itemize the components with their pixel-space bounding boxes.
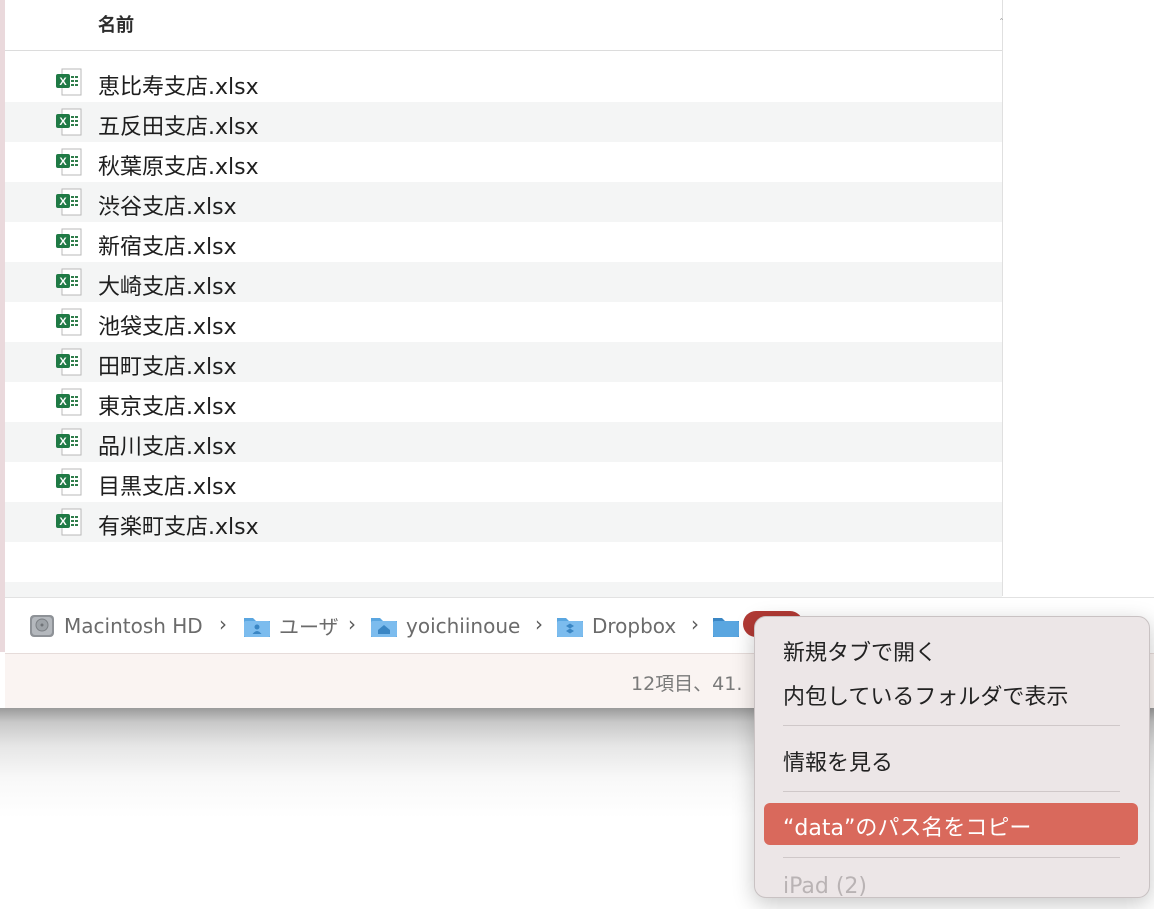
path-item-users[interactable]: ユーザ: [243, 598, 339, 653]
excel-file-icon: X: [56, 308, 82, 336]
file-list: 名前 ˆ X 恵比寿支店.xlsx X 五反田支店.xlsx X 秋葉原支店.x…: [5, 0, 1004, 622]
file-name: 目黒支店.xlsx: [98, 475, 237, 500]
excel-file-icon: X: [56, 468, 82, 496]
svg-text:X: X: [59, 396, 67, 408]
file-name: 秋葉原支店.xlsx: [98, 155, 259, 180]
menu-item-copy-path[interactable]: “data”のパス名をコピー: [764, 803, 1138, 845]
menu-separator: [783, 791, 1120, 792]
svg-text:X: X: [59, 196, 67, 208]
file-name: 渋谷支店.xlsx: [98, 195, 237, 220]
file-name: 品川支店.xlsx: [98, 435, 237, 460]
svg-text:X: X: [59, 476, 67, 488]
excel-file-icon: X: [56, 268, 82, 296]
file-row[interactable]: X 目黒支店.xlsx: [5, 462, 1002, 502]
empty-row: [5, 542, 1002, 582]
hard-drive-icon: [30, 614, 54, 637]
sort-indicator-icon: ˆ: [999, 18, 1004, 29]
svg-text:X: X: [59, 316, 67, 328]
file-name: 恵比寿支店.xlsx: [98, 75, 259, 100]
menu-item-show-in-enclosing-folder[interactable]: 内包しているフォルダで表示: [755, 672, 1149, 714]
svg-text:X: X: [59, 76, 67, 88]
file-name: 大崎支店.xlsx: [98, 275, 237, 300]
excel-file-icon: X: [56, 68, 82, 96]
menu-item-get-info[interactable]: 情報を見る: [755, 738, 1149, 780]
file-name: 有楽町支店.xlsx: [98, 515, 259, 540]
file-rows: X 恵比寿支店.xlsx X 五反田支店.xlsx X 秋葉原支店.xlsx X…: [5, 62, 1002, 622]
excel-file-icon: X: [56, 188, 82, 216]
item-count-text: 12項目、41.: [631, 673, 743, 695]
file-row[interactable]: X 有楽町支店.xlsx: [5, 502, 1002, 542]
path-item-home[interactable]: yoichiinoue: [370, 598, 520, 653]
path-separator: ›: [219, 612, 227, 636]
file-row[interactable]: X 大崎支店.xlsx: [5, 262, 1002, 302]
svg-text:X: X: [59, 516, 67, 528]
home-folder-icon: [371, 617, 397, 637]
folder-icon: [713, 617, 739, 637]
file-name: 田町支店.xlsx: [98, 355, 237, 380]
excel-file-icon: X: [56, 108, 82, 136]
path-item-macintosh-hd[interactable]: Macintosh HD: [28, 598, 203, 653]
path-separator: ›: [691, 612, 699, 636]
excel-file-icon: X: [56, 348, 82, 376]
path-item-dropbox[interactable]: Dropbox: [556, 598, 676, 653]
svg-text:X: X: [59, 116, 67, 128]
path-item-data[interactable]: data: [712, 598, 740, 653]
file-row[interactable]: X 渋谷支店.xlsx: [5, 182, 1002, 222]
svg-text:X: X: [59, 436, 67, 448]
context-menu: 新規タブで開く 内包しているフォルダで表示 情報を見る “data”のパス名をコ…: [754, 616, 1150, 899]
file-name: 東京支店.xlsx: [98, 395, 237, 420]
excel-file-icon: X: [56, 228, 82, 256]
file-row[interactable]: X 田町支店.xlsx: [5, 342, 1002, 382]
excel-file-icon: X: [56, 508, 82, 536]
file-name: 五反田支店.xlsx: [98, 115, 259, 140]
menu-separator: [783, 725, 1120, 726]
name-column-header[interactable]: 名前: [98, 11, 134, 37]
file-row[interactable]: X 恵比寿支店.xlsx: [5, 62, 1002, 102]
svg-text:X: X: [59, 236, 67, 248]
file-row[interactable]: X 品川支店.xlsx: [5, 422, 1002, 462]
users-folder-icon: [244, 617, 270, 637]
excel-file-icon: X: [56, 148, 82, 176]
finder-window: 名前 ˆ X 恵比寿支店.xlsx X 五反田支店.xlsx X 秋葉原支店.x…: [0, 0, 1154, 708]
menu-item-ipad[interactable]: iPad (2): [755, 867, 1149, 909]
path-separator: ›: [348, 612, 356, 636]
column-header[interactable]: 名前 ˆ: [5, 0, 1004, 51]
file-name: 池袋支店.xlsx: [98, 315, 237, 340]
menu-item-open-in-new-tab[interactable]: 新規タブで開く: [755, 628, 1149, 670]
excel-file-icon: X: [56, 428, 82, 456]
dropbox-folder-icon: [557, 617, 583, 637]
file-name: 新宿支店.xlsx: [98, 235, 237, 260]
file-row[interactable]: X 新宿支店.xlsx: [5, 222, 1002, 262]
svg-text:X: X: [59, 156, 67, 168]
path-separator: ›: [535, 612, 543, 636]
excel-file-icon: X: [56, 388, 82, 416]
menu-separator: [783, 857, 1120, 858]
file-row[interactable]: X 秋葉原支店.xlsx: [5, 142, 1002, 182]
svg-text:X: X: [59, 356, 67, 368]
file-row[interactable]: X 東京支店.xlsx: [5, 382, 1002, 422]
file-row[interactable]: X 池袋支店.xlsx: [5, 302, 1002, 342]
svg-text:X: X: [59, 276, 67, 288]
file-row[interactable]: X 五反田支店.xlsx: [5, 102, 1002, 142]
